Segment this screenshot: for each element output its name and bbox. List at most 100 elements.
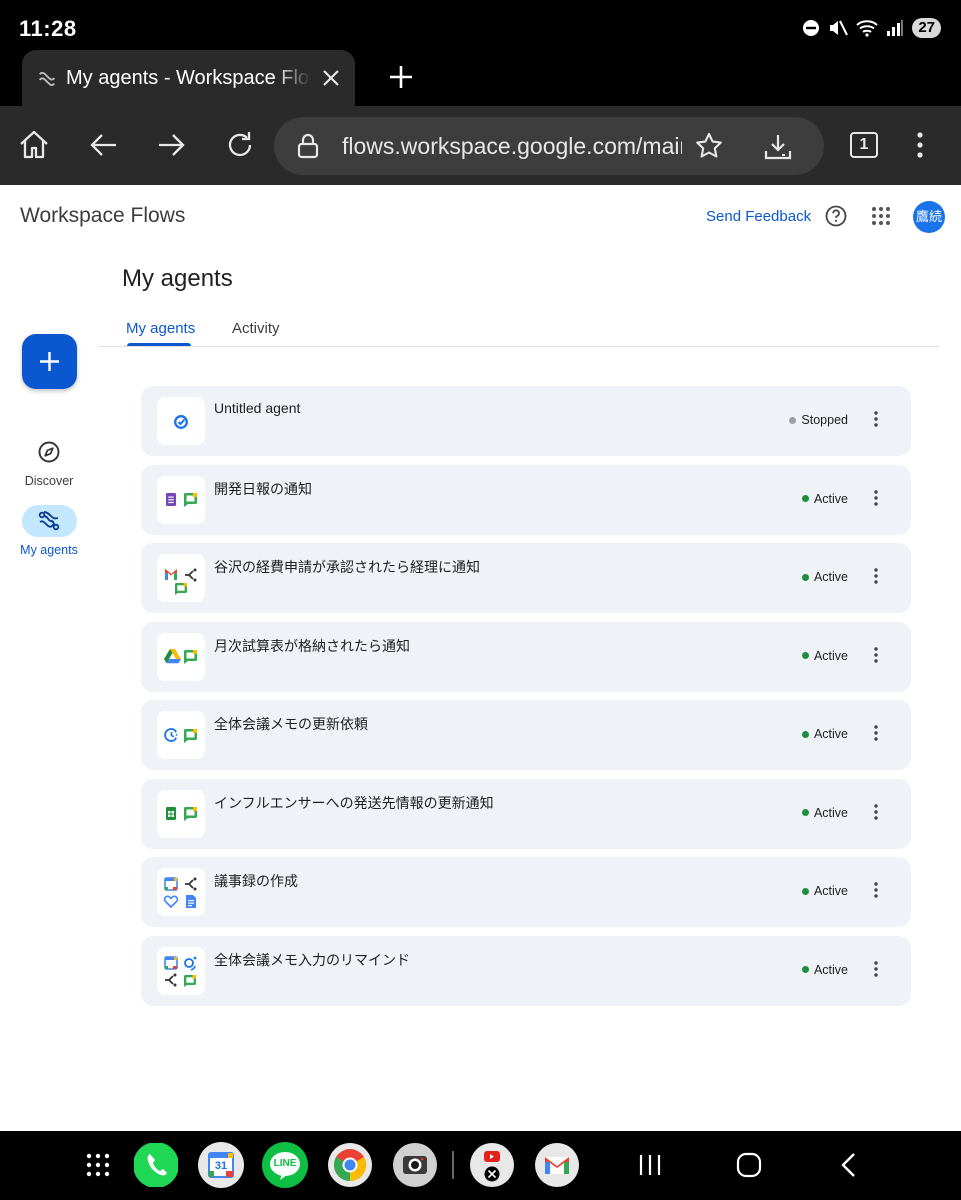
agent-name: インフルエンサーへの発送先情報の更新通知 (214, 794, 494, 811)
agent-icon-box (157, 554, 205, 602)
chat-icon (184, 729, 197, 743)
tab-switcher-button[interactable]: 1 (850, 132, 878, 158)
status-bar: 11:28 27 (0, 0, 961, 50)
agent-icon-box (157, 868, 205, 916)
avatar[interactable]: 鷹続 (913, 201, 945, 233)
status-dot (789, 416, 797, 424)
agent-name: 月次試算表が格納されたら通知 (214, 637, 410, 654)
more-vert-icon[interactable] (867, 410, 885, 428)
apps-grid-icon[interactable] (871, 206, 891, 226)
agent-card[interactable]: インフルエンサーへの発送先情報の更新通知 Active (141, 778, 911, 849)
chat-icon (184, 649, 197, 664)
status-badge: Active (801, 570, 848, 584)
compass-icon (38, 441, 60, 463)
search-agent-icon (184, 956, 197, 971)
lock-icon[interactable] (294, 132, 322, 160)
app-drawer-icon[interactable] (86, 1153, 110, 1177)
docs-icon (186, 895, 196, 908)
browser-toolbar: flows.workspace.google.com/main 1 (0, 106, 961, 185)
gemini-icon (163, 895, 179, 909)
more-vert-icon[interactable] (867, 960, 885, 978)
flow-icon (38, 71, 56, 86)
back-arrow-icon[interactable] (87, 128, 121, 162)
star-icon[interactable] (694, 131, 724, 161)
send-feedback-link[interactable]: Send Feedback (706, 208, 811, 225)
status-badge: Active (801, 806, 848, 820)
status-dot (801, 573, 809, 581)
rail-item-discover[interactable]: Discover (0, 436, 98, 488)
branch-icon (165, 973, 177, 986)
status-text: Active (813, 491, 848, 506)
camera-app-icon[interactable] (392, 1142, 438, 1188)
agent-card[interactable]: 議事録の作成 Active (141, 857, 911, 927)
agent-list: Untitled agent Stopped 開発日報の通知 Active 谷沢… (141, 386, 911, 1014)
home-nav-icon[interactable] (735, 1151, 763, 1179)
forms-icon (166, 492, 176, 506)
more-vert-icon[interactable] (905, 130, 935, 160)
agent-icon-box (157, 632, 205, 681)
status-dot (801, 730, 809, 738)
agent-name: 議事録の作成 (214, 873, 298, 889)
tab-my-agents[interactable]: My agents (126, 320, 195, 337)
address-bar[interactable]: flows.workspace.google.com/main (274, 117, 824, 175)
recent-apps-icon[interactable] (636, 1151, 664, 1179)
more-vert-icon[interactable] (867, 724, 885, 742)
agent-card[interactable]: Untitled agent Stopped (141, 386, 911, 456)
dock-separator (452, 1151, 454, 1179)
do-not-disturb-icon (803, 20, 820, 36)
download-icon[interactable] (762, 131, 794, 163)
create-agent-button[interactable] (22, 334, 77, 389)
agent-name: 谷沢の経費申請が承認されたら経理に通知 (214, 559, 480, 575)
agent-name: 全体会議メモ入力のリマインド (214, 951, 410, 968)
status-badge: Active (801, 649, 848, 663)
wifi-icon (856, 20, 879, 37)
back-nav-icon[interactable] (835, 1151, 863, 1179)
line-app-icon[interactable]: LINE (262, 1142, 308, 1188)
close-icon[interactable] (319, 66, 343, 90)
gmail-icon (164, 568, 177, 580)
agent-icon-box (157, 789, 205, 838)
browser-tab[interactable]: My agents - Workspace Flows (22, 50, 355, 106)
schedule-icon (164, 728, 178, 742)
forward-arrow-icon[interactable] (154, 128, 188, 162)
mute-icon (830, 20, 849, 36)
status-dot (801, 887, 809, 895)
chat-icon (184, 492, 197, 507)
agent-card[interactable]: 谷沢の経費申請が承認されたら経理に通知 Active (141, 543, 911, 613)
reload-icon[interactable] (223, 128, 257, 162)
rail-item-my-agents[interactable]: My agents (0, 505, 98, 557)
page-title: My agents (122, 265, 233, 292)
phone-app-icon[interactable] (133, 1142, 179, 1188)
status-badge: Active (801, 884, 848, 898)
agent-card[interactable]: 開発日報の通知 Active (141, 464, 911, 535)
youtube-x-folder-icon[interactable] (469, 1142, 515, 1188)
rail-label: Discover (24, 474, 74, 488)
status-text: Active (813, 884, 848, 898)
more-vert-icon[interactable] (867, 881, 885, 899)
agent-card[interactable]: 月次試算表が格納されたら通知 Active (141, 621, 911, 692)
gmail-app-icon[interactable] (534, 1142, 580, 1188)
branch-icon (185, 568, 197, 582)
more-vert-icon[interactable] (867, 646, 885, 664)
more-vert-icon[interactable] (867, 803, 885, 821)
status-text: Active (813, 962, 848, 977)
help-icon[interactable] (825, 205, 847, 227)
status-dot (801, 809, 809, 816)
home-icon[interactable] (17, 128, 51, 162)
more-vert-icon[interactable] (867, 567, 885, 585)
agent-card[interactable]: 全体会議メモの更新依頼 Active (141, 700, 911, 770)
tab-activity[interactable]: Activity (232, 320, 280, 337)
more-vert-icon[interactable] (867, 489, 885, 507)
status-dot (801, 652, 809, 659)
chrome-app-icon[interactable] (327, 1142, 373, 1188)
calendar-app-icon[interactable]: 31 (198, 1142, 244, 1188)
agent-card[interactable]: 全体会議メモ入力のリマインド Active (141, 935, 911, 1006)
new-tab-icon[interactable] (386, 62, 416, 92)
browser-tab-title: My agents - Workspace Flows (66, 66, 311, 89)
tabs-divider (98, 346, 939, 347)
system-dock: 31 LINE (0, 1131, 961, 1200)
url-text[interactable]: flows.workspace.google.com/main (342, 133, 682, 160)
untitled-flow-icon (174, 415, 188, 429)
agent-name: 全体会議メモの更新依頼 (214, 716, 368, 732)
app-name[interactable]: Workspace Flows (20, 204, 185, 228)
